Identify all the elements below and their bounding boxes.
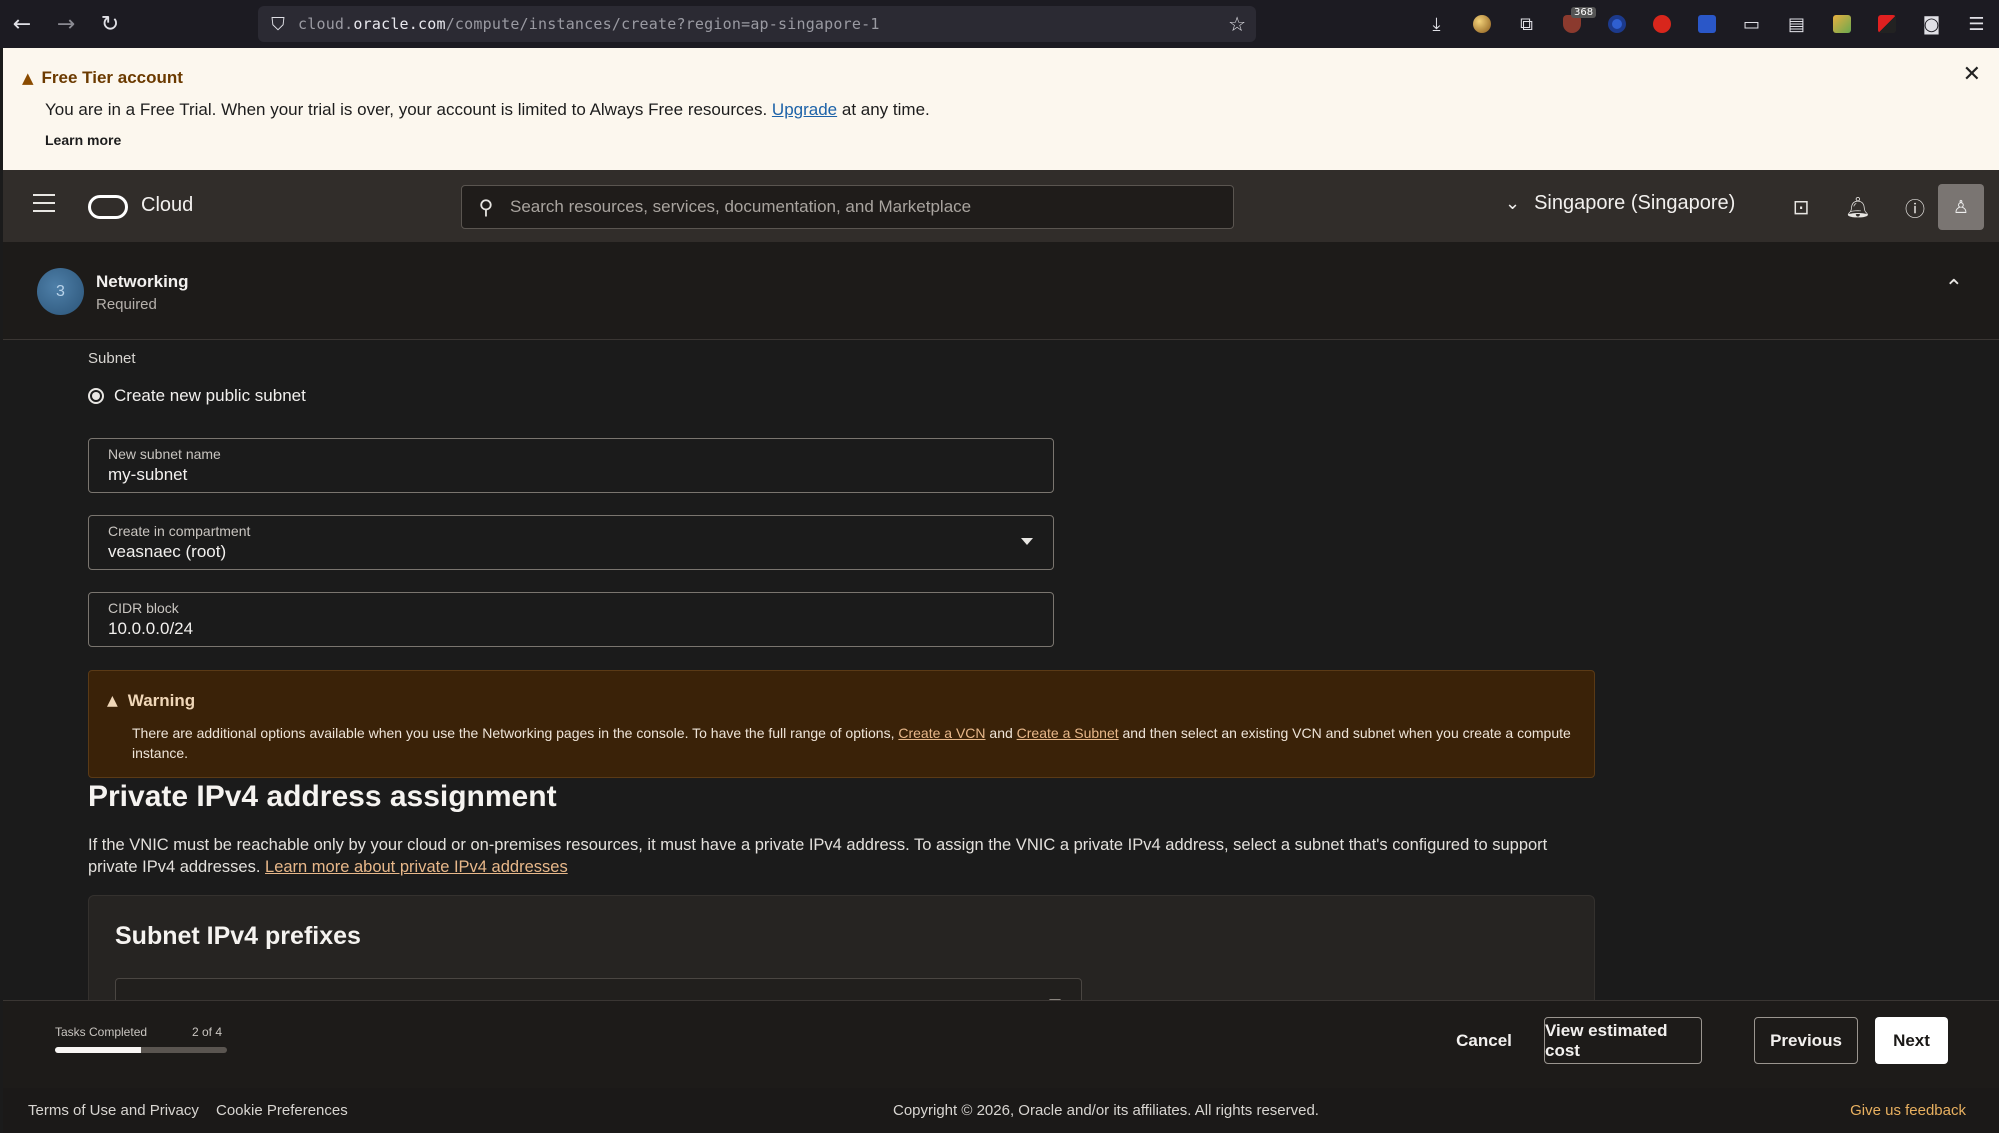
create-public-subnet-option[interactable]: Create new public subnet xyxy=(88,386,306,406)
bell-icon[interactable]: 🔔︎ xyxy=(1843,192,1873,222)
free-tier-banner: ▲ Free Tier account You are in a Free Tr… xyxy=(3,48,1999,170)
extension-red-shield-icon[interactable] xyxy=(1639,0,1684,48)
field-label: Create in compartment xyxy=(108,523,251,539)
create-subnet-link[interactable]: Create a Subnet xyxy=(1017,725,1119,741)
search-box[interactable]: ⚲ xyxy=(461,185,1234,229)
field-label: New subnet name xyxy=(108,446,221,462)
warning-icon: ▲ xyxy=(22,69,34,87)
section-title: Networking xyxy=(96,272,189,291)
shield-icon[interactable]: ⛉ xyxy=(258,14,298,35)
warning-icon: ▲ xyxy=(107,693,118,709)
bookmark-star-icon[interactable]: ☆ xyxy=(1228,12,1246,36)
warning-text-part: There are additional options available w… xyxy=(132,725,895,741)
previous-button[interactable]: Previous xyxy=(1754,1017,1858,1064)
extension-blue-square-icon[interactable] xyxy=(1684,0,1729,48)
section-subtitle: Required xyxy=(96,296,157,313)
region-label: Singapore (Singapore) xyxy=(1534,192,1736,214)
banner-message: You are in a Free Trial. When your trial… xyxy=(45,100,930,120)
networking-warning: ▲ Warning There are additional options a… xyxy=(88,670,1595,778)
terms-link[interactable]: Terms of Use and Privacy xyxy=(28,1102,199,1119)
region-selector[interactable]: ⌄ Singapore (Singapore) xyxy=(1505,192,1735,215)
user-avatar[interactable]: ♙ xyxy=(1938,184,1984,230)
logo-text[interactable]: Cloud xyxy=(141,194,193,217)
chevron-up-icon[interactable]: ⌃ xyxy=(1945,276,1963,301)
warning-title: ▲ Warning xyxy=(107,691,195,711)
caret-down-icon[interactable] xyxy=(1021,538,1033,545)
banner-title: ▲ Free Tier account xyxy=(22,68,183,88)
containers-icon[interactable]: ▭ xyxy=(1729,0,1774,48)
page-footer: Terms of Use and Privacy Cookie Preferen… xyxy=(3,1088,1999,1133)
banner-title-text: Free Tier account xyxy=(41,68,183,87)
warning-text: There are additional options available w… xyxy=(132,723,1577,763)
cloud-shell-icon[interactable]: ⊡ xyxy=(1786,192,1816,222)
hamburger-menu-icon[interactable] xyxy=(33,194,55,218)
browser-toolbar: ← → ↻ ⛉ cloud.oracle.com/compute/instanc… xyxy=(0,0,1999,48)
compartment-select[interactable]: Create in compartment veasnaec (root) xyxy=(88,515,1054,570)
banner-text-after: at any time. xyxy=(841,100,930,119)
extension-orb-icon[interactable] xyxy=(1459,0,1504,48)
url-text[interactable]: cloud.oracle.com/compute/instances/creat… xyxy=(298,15,880,33)
warning-title-text: Warning xyxy=(127,691,196,710)
extension-toolbar: ⤓ ⧉ 368 ▭ ▤ ◙ ☰ xyxy=(1414,0,1999,48)
tasks-progress-bar xyxy=(55,1047,227,1053)
extensions-puzzle-icon[interactable]: ⧉ xyxy=(1504,0,1549,48)
view-estimated-cost-button[interactable]: View estimated cost xyxy=(1544,1017,1702,1064)
cidr-block-field[interactable]: CIDR block 10.0.0.0/24 xyxy=(88,592,1054,647)
forward-arrow-icon[interactable]: → xyxy=(44,0,88,48)
oracle-logo-icon[interactable] xyxy=(88,195,128,219)
banner-text-before: You are in a Free Trial. When your trial… xyxy=(45,100,768,119)
copyright-text: Copyright © 2026, Oracle and/or its affi… xyxy=(893,1102,1319,1119)
cancel-button[interactable]: Cancel xyxy=(1439,1017,1529,1064)
next-button[interactable]: Next xyxy=(1875,1017,1948,1064)
tasks-count: 2 of 4 xyxy=(192,1025,223,1039)
networking-section-header[interactable]: 3 Networking Required ⌃ xyxy=(3,242,1999,340)
networking-form: Subnet Create new public subnet New subn… xyxy=(3,340,1999,1000)
private-ipv4-heading: Private IPv4 address assignment xyxy=(88,780,557,813)
progress-fill xyxy=(55,1047,141,1053)
prefixes-heading: Subnet IPv4 prefixes xyxy=(115,922,361,950)
wizard-footer: Tasks Completed 2 of 4 Cancel View estim… xyxy=(3,1000,1999,1088)
tasks-completed-label: Tasks Completed xyxy=(55,1025,148,1039)
search-input[interactable] xyxy=(510,197,1210,217)
download-icon[interactable]: ⤓ xyxy=(1414,0,1459,48)
app-menu-icon[interactable]: ☰ xyxy=(1954,0,1999,48)
subnet-ipv4-prefixes-card: Subnet IPv4 prefixes xyxy=(88,895,1595,1000)
warning-text-part: and xyxy=(989,725,1013,741)
prefixes-select[interactable] xyxy=(115,978,1082,1000)
subnet-name-field[interactable]: New subnet name my-subnet xyxy=(88,438,1054,493)
upgrade-link[interactable]: Upgrade xyxy=(772,100,837,119)
extension-blue-circle-icon[interactable] xyxy=(1594,0,1639,48)
help-icon[interactable]: ⓘ xyxy=(1900,192,1930,222)
search-icon: ⚲ xyxy=(478,195,494,219)
create-vcn-link[interactable]: Create a VCN xyxy=(898,725,985,741)
cidr-value[interactable]: 10.0.0.0/24 xyxy=(108,619,193,639)
banner-learn-more-link[interactable]: Learn more xyxy=(45,132,121,148)
console-header: Cloud ⚲ ⌄ Singapore (Singapore) ⊡ 🔔︎ ⓘ ♙ xyxy=(3,170,1999,242)
screenshot-camera-icon[interactable]: ◙ xyxy=(1909,0,1954,48)
field-label: CIDR block xyxy=(108,600,179,616)
close-icon[interactable]: ✕ xyxy=(1963,62,1981,87)
user-icon: ♙ xyxy=(1952,196,1970,218)
extension-pen-icon[interactable] xyxy=(1819,0,1864,48)
private-ipv4-description: If the VNIC must be reachable only by yo… xyxy=(88,834,1598,878)
back-arrow-icon[interactable]: ← xyxy=(0,0,44,48)
sidebar-icon[interactable]: ▤ xyxy=(1774,0,1819,48)
cookie-preferences-link[interactable]: Cookie Preferences xyxy=(216,1102,348,1119)
compartment-value[interactable]: veasnaec (root) xyxy=(108,542,226,562)
radio-label: Create new public subnet xyxy=(114,386,306,405)
chevron-down-icon: ⌄ xyxy=(1505,193,1521,214)
reload-icon[interactable]: ↻ xyxy=(88,0,132,48)
subnet-label: Subnet xyxy=(88,350,136,367)
step-number-badge: 3 xyxy=(37,268,84,315)
feedback-link[interactable]: Give us feedback xyxy=(1850,1102,1966,1119)
ublock-icon[interactable]: 368 xyxy=(1549,0,1597,48)
url-bar[interactable]: ⛉ cloud.oracle.com/compute/instances/cre… xyxy=(258,6,1256,42)
learn-more-ipv4-link[interactable]: Learn more about private IPv4 addresses xyxy=(265,858,568,876)
extension-red-black-icon[interactable] xyxy=(1864,0,1909,48)
subnet-name-value[interactable]: my-subnet xyxy=(108,465,187,485)
create-public-subnet-radio[interactable] xyxy=(88,388,104,404)
